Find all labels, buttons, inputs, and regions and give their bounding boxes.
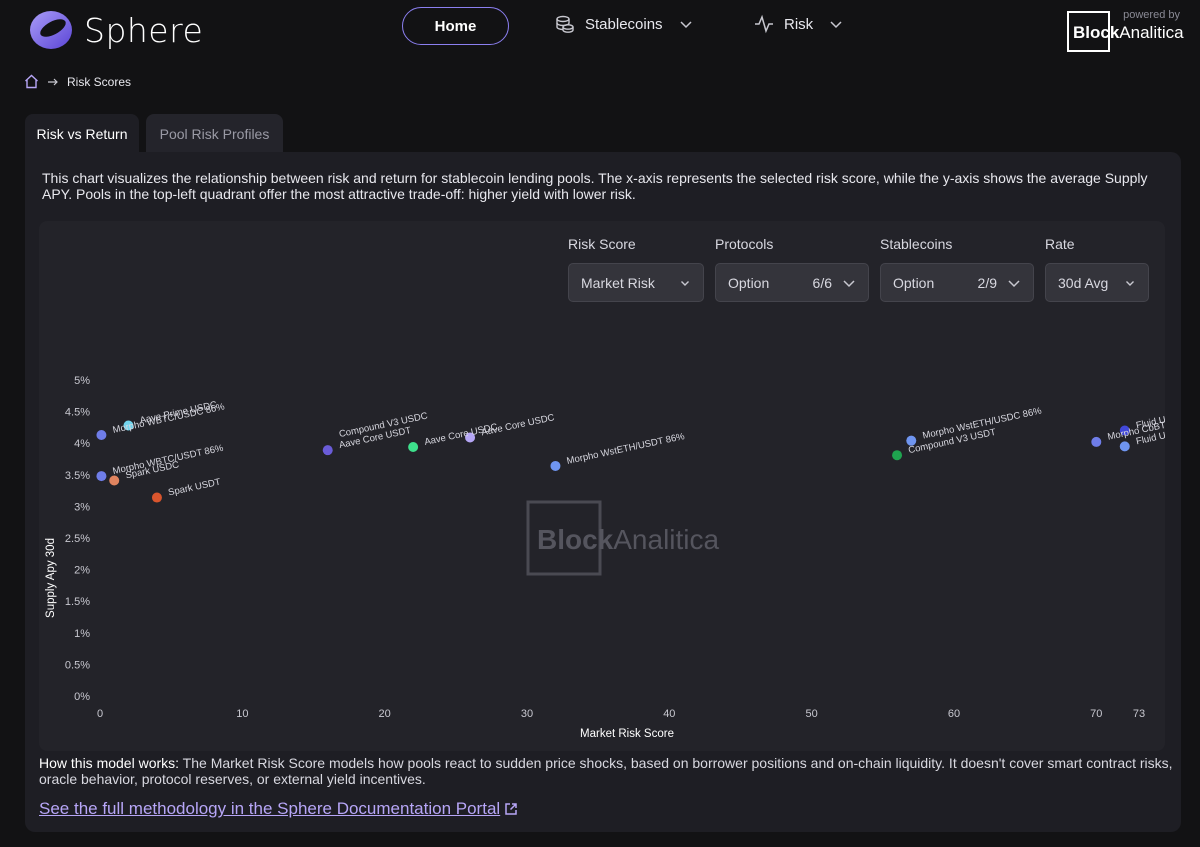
- breadcrumb: Risk Scores: [24, 74, 131, 89]
- chart-panel: BlockAnalitica 0% 0.5% 1% 1.5% 2% 2.5% 3% 3.5% 4…: [39, 221, 1165, 751]
- point-label: Aave Core USDC: [480, 412, 555, 438]
- documentation-link[interactable]: See the full methodology in the Sphere D…: [39, 799, 518, 819]
- sphere-logo[interactable]: Sphere: [28, 8, 203, 52]
- protocols-label: Protocols: [715, 236, 774, 252]
- x-tick-label: 20: [379, 708, 391, 720]
- y-tick-label: 1.5%: [65, 596, 90, 608]
- data-point[interactable]: [96, 429, 107, 440]
- watermark-light: Analitica: [613, 524, 719, 555]
- top-navigation: Sphere Home Stablecoins Risk powered by …: [0, 0, 1200, 60]
- x-tick-label: 70: [1090, 708, 1102, 720]
- chevron-down-icon: [843, 279, 855, 287]
- rate-label: Rate: [1045, 236, 1075, 252]
- chevron-down-icon: [1008, 279, 1020, 287]
- brand-name-bold: Block: [1073, 23, 1120, 42]
- chevron-down-icon: [1126, 280, 1134, 286]
- y-tick-label: 1%: [74, 628, 90, 640]
- y-tick-label: 3.5%: [65, 470, 90, 482]
- rate-select[interactable]: 30d Avg: [1045, 263, 1149, 302]
- documentation-link-text: See the full methodology in the Sphere D…: [39, 799, 501, 818]
- brand-name-light: Analitica: [1119, 23, 1184, 42]
- chart-description: This chart visualizes the relationship b…: [42, 170, 1148, 202]
- nav-home-button[interactable]: Home: [402, 7, 509, 45]
- protocols-value: Option: [728, 274, 770, 291]
- y-tick-label: 4%: [74, 438, 90, 450]
- chevron-down-icon: [680, 21, 692, 29]
- x-axis: 0 10 20 30 40 50 60 70 73: [97, 708, 1145, 720]
- data-point[interactable]: [408, 441, 419, 452]
- x-tick-label: 0: [97, 708, 103, 720]
- x-tick-label: 10: [236, 708, 248, 720]
- nav-risk-label: Risk: [784, 15, 814, 33]
- y-tick-label: 2%: [74, 565, 90, 577]
- x-tick-label: 40: [663, 708, 675, 720]
- y-tick-label: 2.5%: [65, 533, 90, 545]
- data-point[interactable]: [96, 471, 107, 482]
- data-point[interactable]: [550, 460, 561, 471]
- y-tick-label: 3%: [74, 501, 90, 513]
- stablecoins-select[interactable]: Option 2/9: [880, 263, 1034, 302]
- protocols-select[interactable]: Option 6/6: [715, 263, 869, 302]
- rate-value: 30d Avg: [1058, 274, 1109, 291]
- tab-risk-vs-return[interactable]: Risk vs Return: [25, 114, 139, 154]
- model-explanation-text: The Market Risk Score models how pools r…: [39, 755, 1173, 787]
- chevron-down-icon: [681, 280, 689, 286]
- x-axis-title: Market Risk Score: [580, 728, 674, 740]
- y-tick-label: 0.5%: [65, 659, 90, 671]
- point-label: Morpho WstETH/USDT 86%: [566, 431, 686, 467]
- brand-name: BlockAnalitica: [1073, 23, 1184, 43]
- y-tick-label: 0%: [74, 691, 90, 703]
- block-analitica-brand[interactable]: powered by BlockAnalitica: [1066, 8, 1186, 54]
- watermark-bold: Block: [537, 524, 614, 555]
- activity-icon: [755, 14, 773, 34]
- point-label: Morpho WBTC/USDC 86%: [112, 401, 226, 436]
- watermark-logo: BlockAnalitica: [526, 500, 720, 576]
- y-tick-label: 5%: [74, 375, 90, 387]
- stablecoins-value: Option: [893, 274, 935, 291]
- y-axis: 0% 0.5% 1% 1.5% 2% 2.5% 3% 3.5% 4% 4.5% 5%: [65, 375, 90, 703]
- y-axis-title: Supply Apy 30d: [45, 538, 57, 618]
- x-tick-label: 30: [521, 708, 533, 720]
- data-point[interactable]: [109, 475, 120, 486]
- data-point[interactable]: [151, 492, 162, 503]
- sphere-logo-icon: [30, 11, 72, 49]
- arrow-right-icon: [48, 78, 58, 85]
- data-point[interactable]: [1119, 441, 1130, 452]
- stablecoins-count: 2/9: [977, 274, 997, 291]
- model-explanation: How this model works: The Market Risk Sc…: [39, 755, 1174, 787]
- x-tick-label: 73: [1133, 708, 1145, 720]
- protocols-count: 6/6: [812, 274, 832, 291]
- logo-text: Sphere: [84, 10, 204, 50]
- powered-by-text: powered by: [1123, 9, 1180, 21]
- watermark-text: BlockAnalitica: [537, 524, 720, 555]
- data-point[interactable]: [1091, 436, 1102, 447]
- x-tick-label: 60: [948, 708, 960, 720]
- model-explanation-lead: How this model works:: [39, 755, 180, 771]
- data-point[interactable]: [892, 450, 903, 461]
- external-link-icon: [505, 803, 517, 815]
- coins-icon: [556, 15, 574, 33]
- point-labels: Aave Prime USDCMorpho WBTC/USDC 86%Morph…: [112, 399, 1165, 498]
- data-point[interactable]: [322, 445, 333, 456]
- main-card: This chart visualizes the relationship b…: [25, 152, 1181, 832]
- x-tick-label: 50: [806, 708, 818, 720]
- risk-score-label: Risk Score: [568, 236, 636, 252]
- tab-pool-risk-profiles[interactable]: Pool Risk Profiles: [146, 114, 283, 154]
- nav-stablecoins-label: Stablecoins: [585, 15, 663, 33]
- y-tick-label: 4.5%: [65, 407, 90, 419]
- breadcrumb-current: Risk Scores: [67, 74, 132, 89]
- risk-score-value: Market Risk: [581, 274, 655, 291]
- stablecoins-label: Stablecoins: [880, 236, 953, 252]
- nav-risk-menu[interactable]: Risk: [754, 14, 843, 34]
- nav-stablecoins-menu[interactable]: Stablecoins: [555, 14, 693, 34]
- risk-score-select[interactable]: Market Risk: [568, 263, 704, 302]
- home-icon[interactable]: [24, 74, 39, 89]
- chevron-down-icon: [830, 21, 842, 29]
- point-label: Spark USDT: [167, 477, 222, 499]
